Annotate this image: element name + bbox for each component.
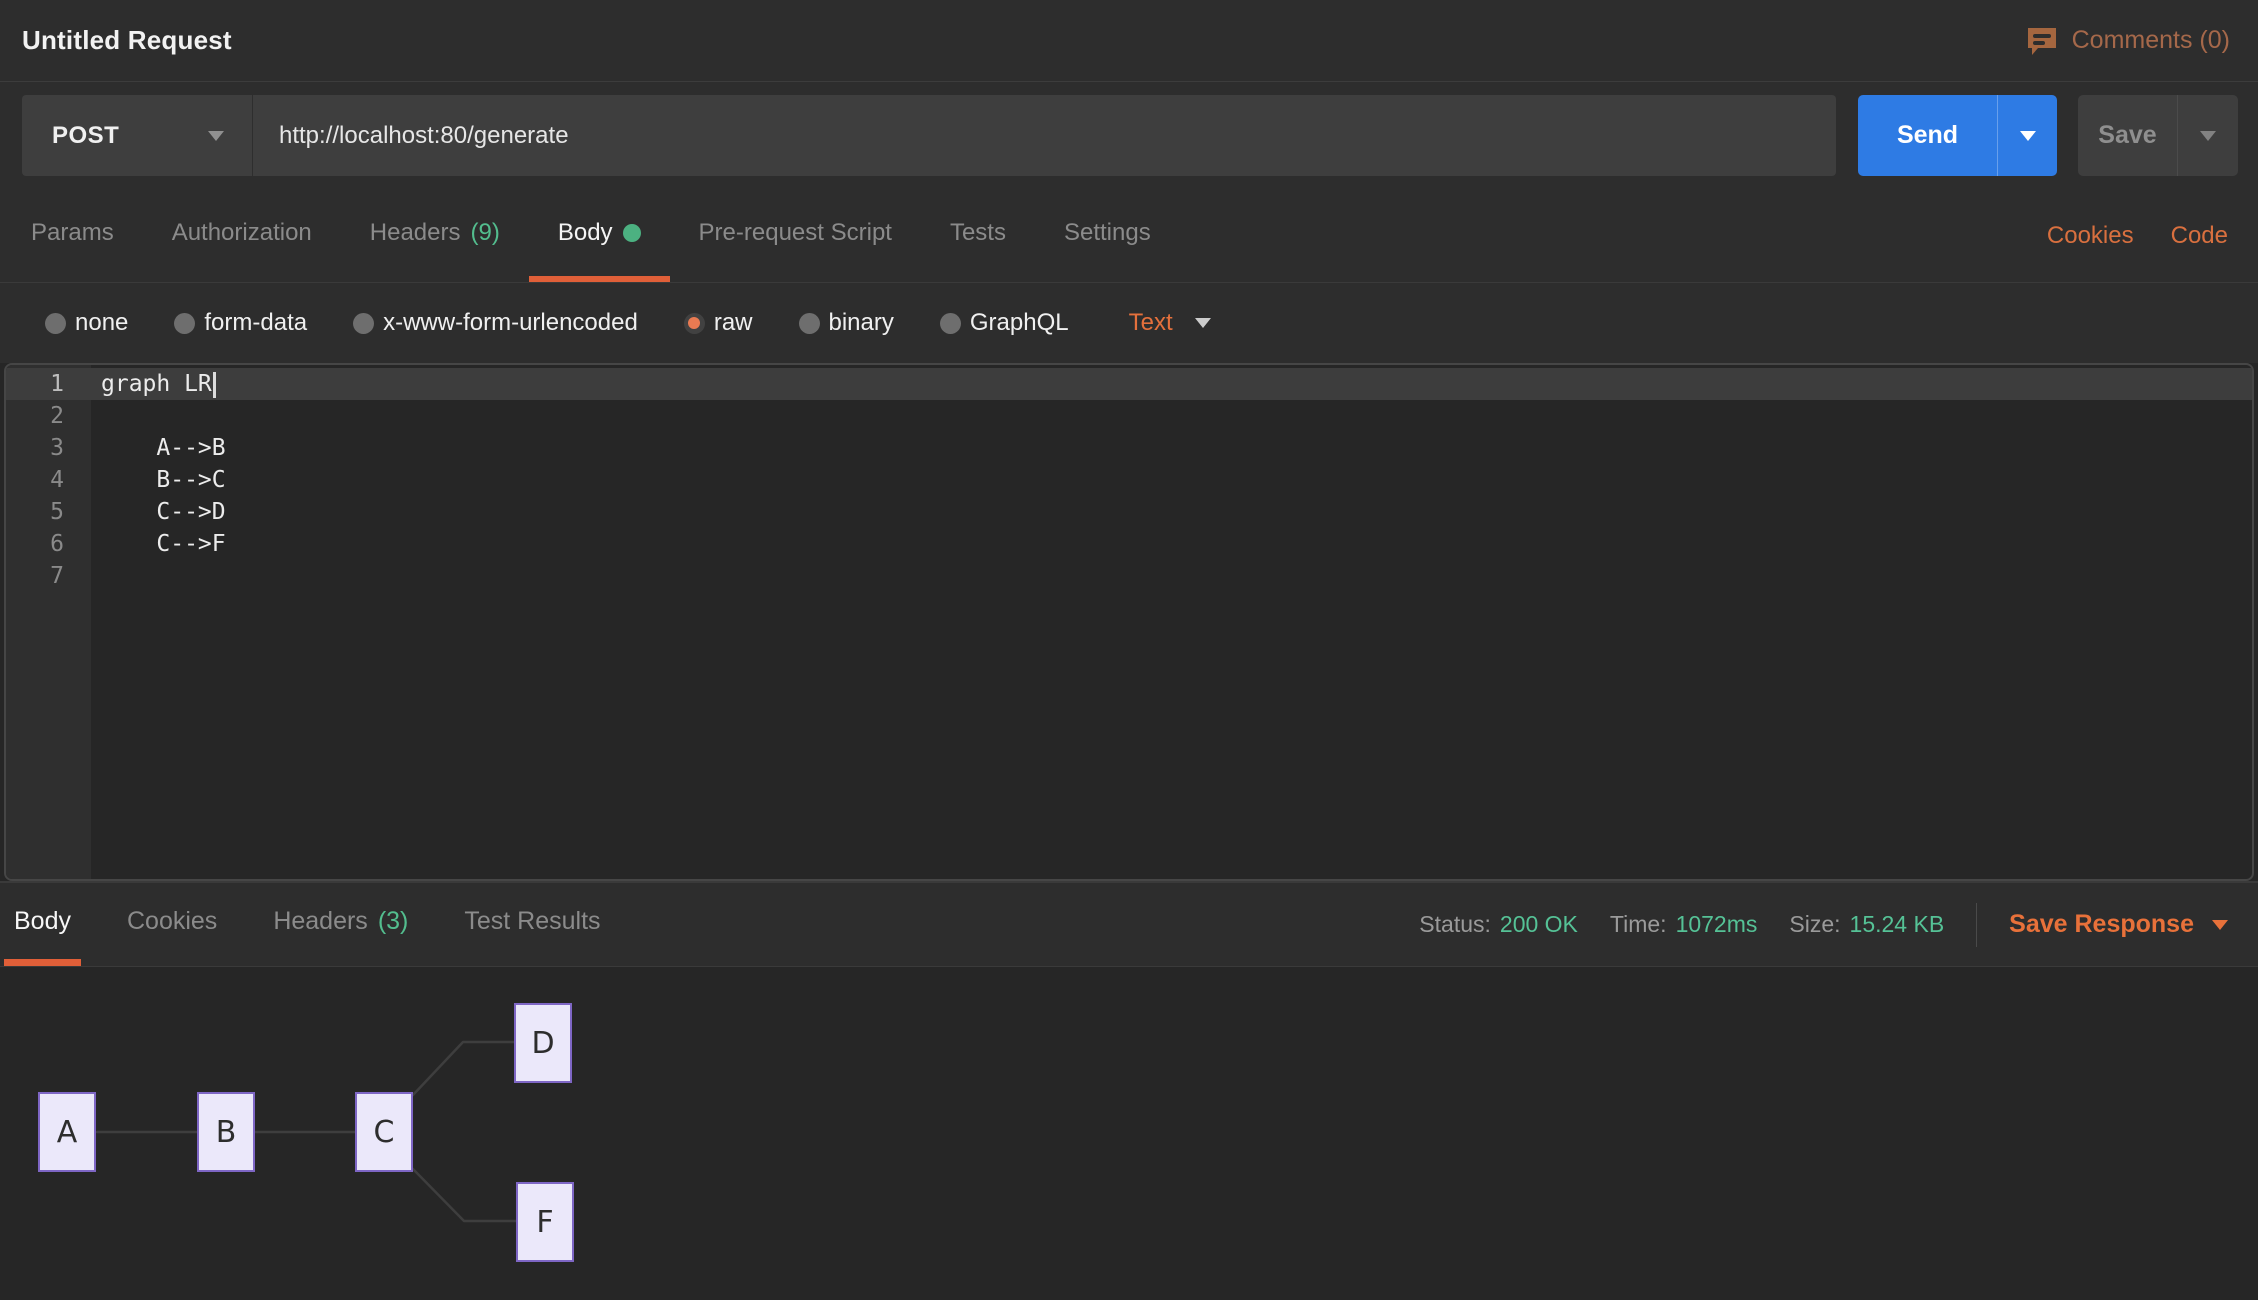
response-tab-cookies[interactable]: Cookies (117, 883, 227, 966)
response-body: A B C D F (0, 967, 2258, 1300)
format-label: Text (1129, 309, 1173, 337)
page-title: Untitled Request (22, 25, 232, 56)
radio-circle (940, 313, 961, 334)
url-input[interactable] (253, 95, 1836, 176)
editor-line: 7 (6, 560, 2252, 592)
graph-node-d: D (514, 1003, 572, 1083)
save-options-button[interactable] (2177, 95, 2238, 176)
chevron-down-icon (2212, 920, 2228, 930)
graph-node-b: B (197, 1092, 255, 1172)
editor-line: 4 B-->C (6, 464, 2252, 496)
body-mode-row: none form-data x-www-form-urlencoded raw… (0, 283, 2258, 363)
response-headers-count: (3) (378, 907, 409, 936)
edge-c-f (413, 1169, 516, 1221)
method-select[interactable]: POST (22, 95, 253, 176)
time-pair: Time: 1072ms (1610, 911, 1757, 938)
comments-label: Comments (0) (2072, 26, 2230, 55)
save-button-group: Save (2078, 95, 2238, 176)
tab-tests[interactable]: Tests (921, 189, 1035, 282)
comments-button[interactable]: Comments (0) (2026, 26, 2230, 56)
radio-binary[interactable]: binary (799, 309, 894, 337)
send-options-button[interactable] (1997, 95, 2057, 176)
radio-none[interactable]: none (45, 309, 128, 337)
editor-line: 2 (6, 400, 2252, 432)
title-bar: Untitled Request Comments (0) (0, 0, 2258, 82)
send-button[interactable]: Send (1858, 95, 1997, 176)
size-value: 15.24 KB (1850, 911, 1945, 938)
request-body-editor[interactable]: 1 graph LR 2 3 A-->B 4 B-->C 5 C-->D 6 C… (4, 363, 2254, 881)
save-button[interactable]: Save (2078, 95, 2177, 176)
response-meta: Status: 200 OK Time: 1072ms Size: 15.24 … (1419, 883, 2228, 966)
graph-node-f: F (516, 1182, 574, 1262)
radio-circle (799, 313, 820, 334)
method-label: POST (52, 122, 119, 150)
body-modified-dot (623, 224, 641, 242)
chevron-down-icon (2200, 131, 2216, 141)
radio-circle (174, 313, 195, 334)
editor-line: 6 C-->F (6, 528, 2252, 560)
response-tabs: Body Cookies Headers (3) Test Results (4, 883, 647, 966)
tab-headers[interactable]: Headers (9) (341, 189, 529, 282)
status-label: Status: (1419, 911, 1491, 938)
editor-line: 3 A-->B (6, 432, 2252, 464)
tab-authorization[interactable]: Authorization (143, 189, 341, 282)
response-tab-test-results[interactable]: Test Results (454, 883, 610, 966)
mermaid-graph: A B C D F (0, 967, 700, 1300)
headers-count: (9) (471, 219, 500, 247)
send-button-group: Send (1858, 95, 2057, 176)
time-label: Time: (1610, 911, 1667, 938)
request-tabs-row: Params Authorization Headers (9) Body Pr… (0, 189, 2258, 283)
response-tab-headers[interactable]: Headers (3) (263, 883, 418, 966)
comment-icon (2026, 26, 2058, 56)
size-pair: Size: 15.24 KB (1789, 911, 1944, 938)
graph-node-a: A (38, 1092, 96, 1172)
radio-x-www-form-urlencoded[interactable]: x-www-form-urlencoded (353, 309, 638, 337)
url-box: POST (22, 95, 1836, 176)
radio-form-data[interactable]: form-data (174, 309, 307, 337)
edge-c-d (413, 1042, 514, 1095)
tab-settings[interactable]: Settings (1035, 189, 1180, 282)
divider (1976, 903, 1977, 947)
text-cursor (213, 372, 216, 398)
cookies-link[interactable]: Cookies (2047, 222, 2134, 250)
size-label: Size: (1789, 911, 1840, 938)
chevron-down-icon (208, 131, 224, 141)
time-value: 1072ms (1676, 911, 1758, 938)
radio-graphql[interactable]: GraphQL (940, 309, 1069, 337)
radio-circle-selected (684, 313, 705, 334)
request-tabs-links: Cookies Code (2047, 189, 2228, 282)
response-header: Body Cookies Headers (3) Test Results St… (0, 881, 2258, 967)
request-bar: POST Send Save (0, 82, 2258, 189)
tab-params[interactable]: Params (2, 189, 143, 282)
tab-pre-request-script[interactable]: Pre-request Script (670, 189, 921, 282)
chevron-down-icon (2020, 131, 2036, 141)
graph-edges (0, 967, 700, 1300)
save-response-button[interactable]: Save Response (2009, 910, 2228, 939)
chevron-down-icon (1195, 318, 1211, 328)
status-value: 200 OK (1500, 911, 1578, 938)
request-tabs: Params Authorization Headers (9) Body Pr… (2, 189, 1180, 282)
radio-circle (45, 313, 66, 334)
code-link[interactable]: Code (2171, 222, 2228, 250)
raw-format-select[interactable]: Text (1129, 309, 1211, 337)
radio-circle (353, 313, 374, 334)
editor-lines: 1 graph LR 2 3 A-->B 4 B-->C 5 C-->D 6 C… (6, 365, 2252, 592)
response-tab-body[interactable]: Body (4, 883, 81, 966)
status-pair: Status: 200 OK (1419, 911, 1578, 938)
editor-line: 1 graph LR (6, 368, 2252, 400)
tab-body[interactable]: Body (529, 189, 670, 282)
graph-node-c: C (355, 1092, 413, 1172)
editor-line: 5 C-->D (6, 496, 2252, 528)
radio-raw[interactable]: raw (684, 309, 753, 337)
